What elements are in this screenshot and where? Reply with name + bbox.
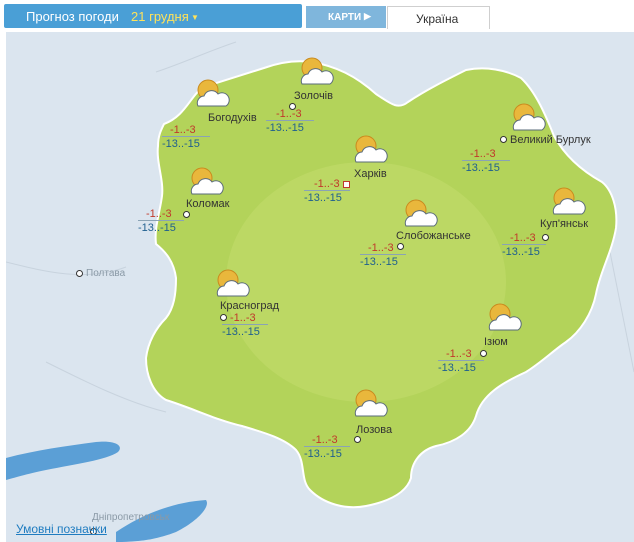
temp-divider	[138, 220, 184, 221]
day-temp: -1..-3	[368, 242, 394, 254]
forecast-tab[interactable]: Прогноз погоди 21 грудня ▼	[4, 4, 302, 28]
sun-behind-cloud-icon	[354, 389, 388, 417]
night-temp: -13..-15	[438, 362, 476, 374]
temp-divider	[266, 120, 314, 121]
night-temp: -13..-15	[138, 222, 176, 234]
city-dot	[76, 270, 83, 277]
maps-label: КАРТИ	[328, 12, 362, 23]
city-dot	[500, 136, 507, 143]
city-dot	[354, 436, 361, 443]
night-temp: -13..-15	[304, 192, 342, 204]
sun-behind-cloud-icon	[404, 199, 438, 227]
sun-behind-cloud-icon	[216, 269, 250, 297]
temp-divider	[438, 360, 484, 361]
night-temp: -13..-15	[360, 256, 398, 268]
temp-divider	[462, 160, 510, 161]
sun-behind-cloud-icon	[488, 303, 522, 331]
day-temp: -1..-3	[446, 348, 472, 360]
city-dot	[542, 234, 549, 241]
night-temp: -13..-15	[502, 246, 540, 258]
day-temp: -1..-3	[170, 124, 196, 136]
city-label-lozova: Лозова	[356, 424, 393, 436]
day-temp: -1..-3	[230, 312, 256, 324]
night-temp: -13..-15	[462, 162, 500, 174]
night-temp: -13..-15	[266, 122, 304, 134]
city-label-kharkiv: Харків	[354, 168, 387, 180]
city-label-kupiansk: Куп'янськ	[540, 218, 589, 230]
legend-link[interactable]: Умовні позначки	[16, 522, 107, 536]
city-dot	[480, 350, 487, 357]
sun-behind-cloud-icon	[512, 103, 546, 131]
day-temp: -1..-3	[510, 232, 536, 244]
sun-behind-cloud-icon	[300, 57, 334, 85]
temp-divider	[360, 254, 406, 255]
city-label-velykyi-burluk: Великий Бурлук	[510, 134, 591, 146]
night-temp: -13..-15	[222, 326, 260, 338]
sun-behind-cloud-icon	[196, 79, 230, 107]
top-bar: Прогноз погоди 21 грудня ▼ КАРТИ ▶ Украї…	[0, 0, 634, 32]
city-label-slobozhanske: Слобожанське	[396, 230, 471, 242]
border-line	[155, 41, 237, 73]
night-temp: -13..-15	[304, 448, 342, 460]
region-tab[interactable]: Україна	[387, 6, 490, 29]
weather-map: Полтава Дніпропетровськ Богодухів -1..-3…	[6, 32, 634, 542]
river-water	[6, 441, 120, 480]
temp-divider	[222, 324, 268, 325]
forecast-title: Прогноз погоди	[26, 9, 119, 24]
region-label: Україна	[416, 12, 459, 26]
day-temp: -1..-3	[146, 208, 172, 220]
sun-behind-cloud-icon	[354, 135, 388, 163]
date-selector[interactable]: 21 грудня	[131, 9, 189, 24]
city-label-kolomak: Коломак	[186, 198, 230, 210]
city-label-zolochiv: Золочів	[294, 90, 333, 102]
sun-behind-cloud-icon	[190, 167, 224, 195]
city-label-bohodukhiv: Богодухів	[208, 112, 257, 124]
day-temp: -1..-3	[470, 148, 496, 160]
city-dot	[397, 243, 404, 250]
capital-marker	[343, 181, 350, 188]
city-label-krasnohrad: Красноград	[220, 300, 280, 312]
temp-divider	[304, 190, 350, 191]
day-temp: -1..-3	[314, 178, 340, 190]
caret-down-icon[interactable]: ▼	[191, 13, 199, 22]
day-temp: -1..-3	[276, 108, 302, 120]
day-temp: -1..-3	[312, 434, 338, 446]
night-temp: -13..-15	[162, 138, 200, 150]
border-line	[605, 231, 634, 373]
city-dot	[220, 314, 227, 321]
maps-tab[interactable]: КАРТИ ▶	[306, 6, 386, 28]
city-label-izium: Ізюм	[484, 336, 508, 348]
temp-divider	[502, 244, 546, 245]
temp-divider	[162, 136, 210, 137]
city-label-poltava: Полтава	[86, 268, 126, 279]
arrow-right-icon: ▶	[364, 11, 371, 21]
temp-divider	[304, 446, 350, 447]
sun-behind-cloud-icon	[552, 187, 586, 215]
city-dot	[183, 211, 190, 218]
